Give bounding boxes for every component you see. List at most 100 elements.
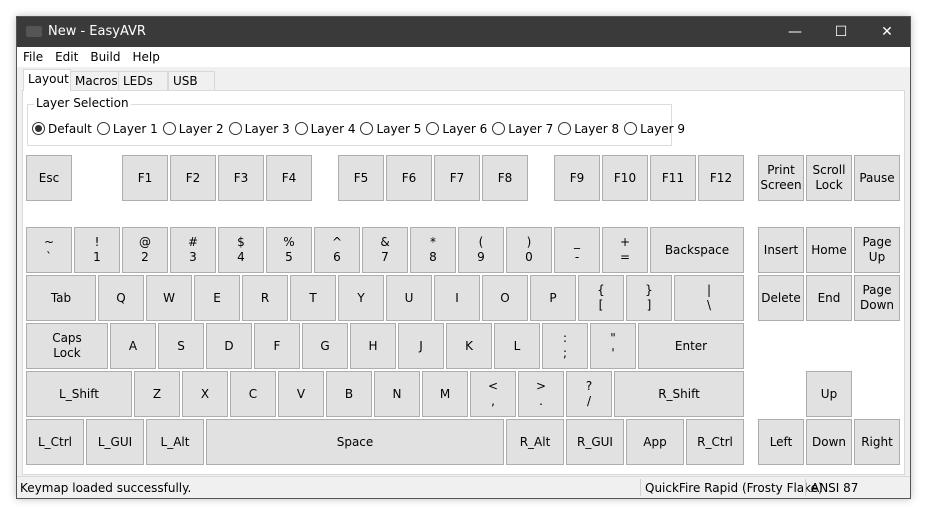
key-tab[interactable]: Tab [26,275,96,321]
key-x35-3[interactable]: # 3 [170,227,216,273]
key-x40-9[interactable]: ( 9 [458,227,504,273]
layer-radio-5[interactable]: Layer 5 [360,122,421,136]
key-q[interactable]: Q [98,275,144,321]
key-f9[interactable]: F9 [554,155,600,201]
key-j[interactable]: J [398,323,444,369]
layer-radio-9[interactable]: Layer 9 [624,122,685,136]
tab-leds[interactable]: LEDs [118,71,168,91]
key-c[interactable]: C [230,371,276,417]
key-print-screen[interactable]: Print Screen [758,155,804,201]
key-scroll-lock[interactable]: Scroll Lock [806,155,852,201]
key-p[interactable]: P [530,275,576,321]
menu-edit[interactable]: Edit [49,47,84,64]
layer-radio-2[interactable]: Layer 2 [162,122,224,136]
key-left[interactable]: Left [758,419,804,465]
key-n[interactable]: N [374,371,420,417]
key-_--[interactable]: _ - [554,227,600,273]
layer-radio-default[interactable]: Default [32,122,92,136]
key-s[interactable]: S [158,323,204,369]
minimize-button[interactable]: — [772,17,818,47]
key-f12[interactable]: F12 [698,155,744,201]
key-x37-5[interactable]: % 5 [266,227,312,273]
key-home[interactable]: Home [806,227,852,273]
menu-build[interactable]: Build [84,47,126,64]
key-x43-x61[interactable]: + = [602,227,648,273]
key-g[interactable]: G [302,323,348,369]
key-space[interactable]: Space [206,419,504,465]
key-a[interactable]: A [110,323,156,369]
key-f11[interactable]: F11 [650,155,696,201]
layer-radio-6[interactable]: Layer 6 [426,122,487,136]
key-x[interactable]: X [182,371,228,417]
key-page-up[interactable]: Page Up [854,227,900,273]
tab-usb[interactable]: USB [168,71,215,91]
layer-radio-8[interactable]: Layer 8 [558,122,619,136]
key-end[interactable]: End [806,275,852,321]
menu-file[interactable]: File [17,47,49,64]
key-w[interactable]: W [146,275,192,321]
key-x36-4[interactable]: $ 4 [218,227,264,273]
key-x126-x96[interactable]: ~ ` [26,227,72,273]
key-x41-0[interactable]: ) 0 [506,227,552,273]
key-r_alt[interactable]: R_Alt [506,419,564,465]
key-delete[interactable]: Delete [758,275,804,321]
key-x62-x46[interactable]: > . [518,371,564,417]
key-enter[interactable]: Enter [638,323,744,369]
key-up[interactable]: Up [806,371,852,417]
tab-macros[interactable]: Macros [70,71,123,91]
key-h[interactable]: H [350,323,396,369]
key-x34-x39[interactable]: " ' [590,323,636,369]
key-f[interactable]: F [254,323,300,369]
close-button[interactable]: ✕ [864,17,910,47]
key-r_gui[interactable]: R_GUI [566,419,624,465]
key-f8[interactable]: F8 [482,155,528,201]
key-r[interactable]: R [242,275,288,321]
key-r_shift[interactable]: R_Shift [614,371,744,417]
key-pause[interactable]: Pause [854,155,900,201]
key-x64-2[interactable]: @ 2 [122,227,168,273]
key-f10[interactable]: F10 [602,155,648,201]
layer-radio-3[interactable]: Layer 3 [228,122,290,136]
key-l_alt[interactable]: L_Alt [146,419,204,465]
key-u[interactable]: U [386,275,432,321]
key-right[interactable]: Right [854,419,900,465]
key-k[interactable]: K [446,323,492,369]
key-m[interactable]: M [422,371,468,417]
key-f6[interactable]: F6 [386,155,432,201]
key-l_shift[interactable]: L_Shift [26,371,132,417]
maximize-button[interactable]: ☐ [818,17,864,47]
key-esc[interactable]: Esc [26,155,72,201]
key-l_ctrl[interactable]: L_Ctrl [26,419,84,465]
layer-radio-7[interactable]: Layer 7 [492,122,553,136]
key-e[interactable]: E [194,275,240,321]
key-t[interactable]: T [290,275,336,321]
tab-layout[interactable]: Layout [23,69,71,91]
key-x42-8[interactable]: * 8 [410,227,456,273]
key-app[interactable]: App [626,419,684,465]
key-x125-x93[interactable]: } ] [626,275,672,321]
key-v[interactable]: V [278,371,324,417]
key-r_ctrl[interactable]: R_Ctrl [686,419,744,465]
layer-radio-1[interactable]: Layer 1 [96,122,158,136]
key-y[interactable]: Y [338,275,384,321]
key-f3[interactable]: F3 [218,155,264,201]
key-down[interactable]: Down [806,419,852,465]
menu-help[interactable]: Help [126,47,165,64]
key-x33-1[interactable]: ! 1 [74,227,120,273]
key-x94-6[interactable]: ^ 6 [314,227,360,273]
key-b[interactable]: B [326,371,372,417]
key-f4[interactable]: F4 [266,155,312,201]
key-backspace[interactable]: Backspace [650,227,744,273]
key-f1[interactable]: F1 [122,155,168,201]
key-l_gui[interactable]: L_GUI [86,419,144,465]
key-caps-lock[interactable]: Caps Lock [26,323,108,369]
key-i[interactable]: I [434,275,480,321]
key-x60-x44[interactable]: < , [470,371,516,417]
key-f5[interactable]: F5 [338,155,384,201]
key-x58-x59[interactable]: : ; [542,323,588,369]
key-f2[interactable]: F2 [170,155,216,201]
key-o[interactable]: O [482,275,528,321]
key-x123-x91[interactable]: { [ [578,275,624,321]
key-f7[interactable]: F7 [434,155,480,201]
key-x124-x92[interactable]: | \ [674,275,744,321]
